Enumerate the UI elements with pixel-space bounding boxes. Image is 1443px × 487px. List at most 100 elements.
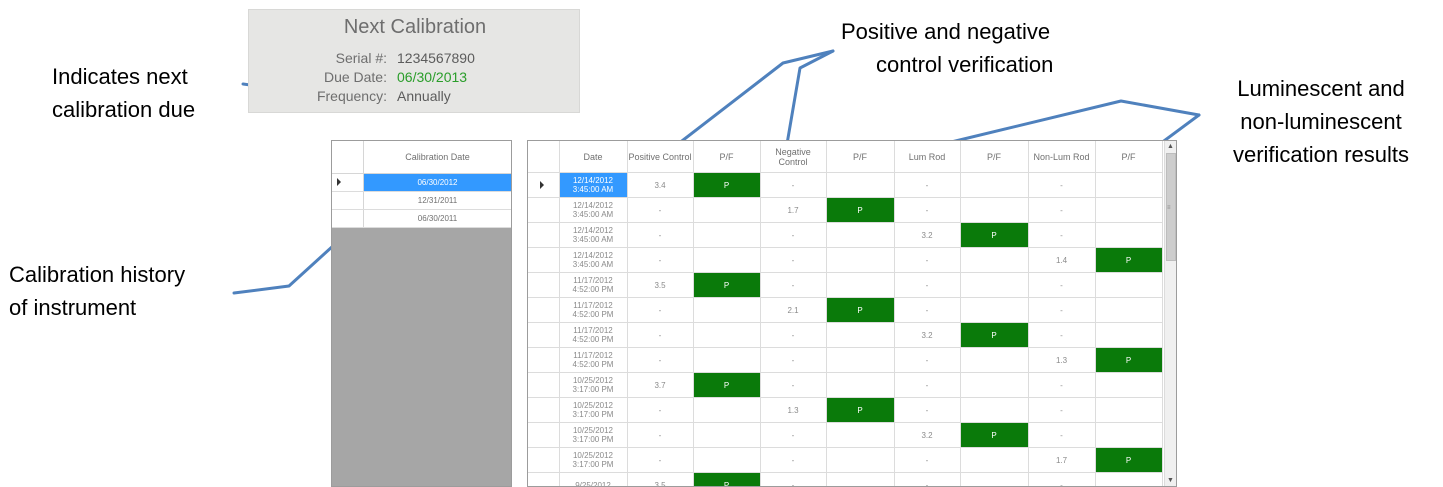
value-cell[interactable]: -	[760, 372, 827, 398]
value-cell[interactable]: -	[627, 247, 694, 273]
pass-fail-cell[interactable]	[826, 372, 895, 398]
value-cell[interactable]: -	[760, 447, 827, 473]
pass-fail-cell[interactable]: P	[1095, 447, 1163, 473]
row-selector[interactable]	[528, 422, 560, 448]
pass-fail-cell[interactable]	[693, 297, 761, 323]
value-cell[interactable]: -	[894, 372, 961, 398]
pass-fail-cell[interactable]	[1095, 397, 1163, 423]
table-row[interactable]: 9/25/2012 3.5 P - - -	[528, 472, 1163, 486]
pass-fail-cell[interactable]	[826, 222, 895, 248]
value-cell[interactable]: 3.5	[627, 272, 694, 298]
pass-fail-cell[interactable]	[693, 422, 761, 448]
value-cell[interactable]: -	[627, 347, 694, 373]
value-cell[interactable]: -	[894, 172, 961, 198]
date-cell[interactable]: 12/14/2012 3:45:00 AM	[559, 247, 628, 273]
pass-fail-cell[interactable]	[960, 447, 1029, 473]
pass-fail-cell[interactable]	[826, 247, 895, 273]
date-cell[interactable]: 10/25/2012 3:17:00 PM	[559, 422, 628, 448]
row-selector[interactable]	[528, 297, 560, 323]
value-cell[interactable]: -	[894, 197, 961, 223]
value-cell[interactable]: -	[894, 397, 961, 423]
row-selector[interactable]	[528, 197, 560, 223]
pass-fail-cell[interactable]	[693, 197, 761, 223]
value-cell[interactable]: -	[627, 422, 694, 448]
column-header[interactable]: Positive Control	[627, 141, 694, 173]
pass-fail-cell[interactable]	[826, 347, 895, 373]
value-cell[interactable]: -	[1028, 172, 1096, 198]
pass-fail-cell[interactable]	[1095, 222, 1163, 248]
pass-fail-cell[interactable]	[693, 247, 761, 273]
value-cell[interactable]: -	[627, 197, 694, 223]
date-cell[interactable]: 10/25/2012 3:17:00 PM	[559, 372, 628, 398]
value-cell[interactable]: 3.4	[627, 172, 694, 198]
verification-results-grid[interactable]: Date Positive Control P/F Negative Control P…	[527, 140, 1177, 487]
table-row[interactable]: 12/14/2012 3:45:00 AM - -3.2 P -	[528, 222, 1163, 248]
date-cell[interactable]: 12/14/2012 3:45:00 AM	[559, 172, 628, 198]
value-cell[interactable]: -	[894, 472, 961, 486]
pass-fail-cell[interactable]	[693, 397, 761, 423]
row-selector[interactable]	[332, 192, 364, 209]
value-cell[interactable]: -	[1028, 197, 1096, 223]
value-cell[interactable]: -	[894, 272, 961, 298]
pass-fail-cell[interactable]	[1095, 297, 1163, 323]
pass-fail-cell[interactable]	[693, 347, 761, 373]
date-cell[interactable]: 10/25/2012 3:17:00 PM	[559, 397, 628, 423]
pass-fail-cell[interactable]	[1095, 472, 1163, 486]
row-selector[interactable]	[528, 347, 560, 373]
column-header[interactable]: Non-Lum Rod	[1028, 141, 1096, 173]
table-row[interactable]: 11/17/2012 4:52:00 PM 3.5 P - - -	[528, 272, 1163, 298]
value-cell[interactable]: -	[760, 472, 827, 486]
pass-fail-cell[interactable]	[693, 322, 761, 348]
table-row[interactable]: 10/25/2012 3:17:00 PM - -3.2 P -	[528, 422, 1163, 448]
pass-fail-cell[interactable]	[693, 447, 761, 473]
scroll-down-icon[interactable]: ▼	[1165, 475, 1176, 486]
date-cell[interactable]: 11/17/2012 4:52:00 PM	[559, 297, 628, 323]
value-cell[interactable]: -	[627, 297, 694, 323]
row-selector[interactable]	[528, 472, 560, 486]
row-selector[interactable]	[332, 210, 364, 227]
column-header[interactable]: Lum Rod	[894, 141, 961, 173]
row-selector[interactable]	[528, 447, 560, 473]
date-cell[interactable]: 11/17/2012 4:52:00 PM	[559, 272, 628, 298]
calibration-date-cell[interactable]: 06/30/2012	[364, 174, 511, 191]
value-cell[interactable]: 1.3	[760, 397, 827, 423]
value-cell[interactable]: 3.2	[894, 322, 961, 348]
pass-fail-cell[interactable]	[826, 322, 895, 348]
table-row[interactable]: 10/25/2012 3:17:00 PM -1.3 P - -	[528, 397, 1163, 423]
row-selector[interactable]	[528, 172, 560, 198]
value-cell[interactable]: 3.2	[894, 222, 961, 248]
value-cell[interactable]: -	[760, 322, 827, 348]
pass-fail-cell[interactable]	[960, 372, 1029, 398]
value-cell[interactable]: -	[760, 347, 827, 373]
pass-fail-cell[interactable]	[826, 422, 895, 448]
value-cell[interactable]: -	[894, 297, 961, 323]
value-cell[interactable]: -	[894, 447, 961, 473]
pass-fail-cell[interactable]: P	[693, 472, 761, 486]
pass-fail-cell[interactable]	[693, 222, 761, 248]
pass-fail-cell[interactable]	[826, 447, 895, 473]
pass-fail-cell[interactable]	[1095, 272, 1163, 298]
calibration-date-cell[interactable]: 12/31/2011	[364, 192, 511, 209]
pass-fail-cell[interactable]	[1095, 197, 1163, 223]
value-cell[interactable]: 1.4	[1028, 247, 1096, 273]
column-header[interactable]: P/F	[693, 141, 761, 173]
pass-fail-cell[interactable]	[960, 347, 1029, 373]
date-cell[interactable]: 9/25/2012	[559, 472, 628, 486]
vertical-scrollbar[interactable]: ▲ ≡ ▼	[1164, 141, 1176, 486]
pass-fail-cell[interactable]	[1095, 322, 1163, 348]
table-row[interactable]: 11/17/2012 4:52:00 PM -2.1 P - -	[528, 297, 1163, 323]
table-row[interactable]: 12/14/2012 3:45:00 AM - - -1.4 P	[528, 247, 1163, 273]
row-selector[interactable]	[332, 174, 364, 191]
table-row[interactable]: 10/25/2012 3:17:00 PM 3.7 P - - -	[528, 372, 1163, 398]
pass-fail-cell[interactable]	[960, 247, 1029, 273]
date-cell[interactable]: 10/25/2012 3:17:00 PM	[559, 447, 628, 473]
pass-fail-cell[interactable]: P	[960, 222, 1029, 248]
value-cell[interactable]: -	[760, 272, 827, 298]
value-cell[interactable]: -	[1028, 397, 1096, 423]
calibration-history-grid[interactable]: Calibration Date 06/30/2012 12/31/2011 06/…	[331, 140, 512, 487]
date-cell[interactable]: 11/17/2012 4:52:00 PM	[559, 347, 628, 373]
value-cell[interactable]: 3.2	[894, 422, 961, 448]
value-cell[interactable]: -	[760, 247, 827, 273]
value-cell[interactable]: -	[627, 222, 694, 248]
pass-fail-cell[interactable]	[960, 297, 1029, 323]
